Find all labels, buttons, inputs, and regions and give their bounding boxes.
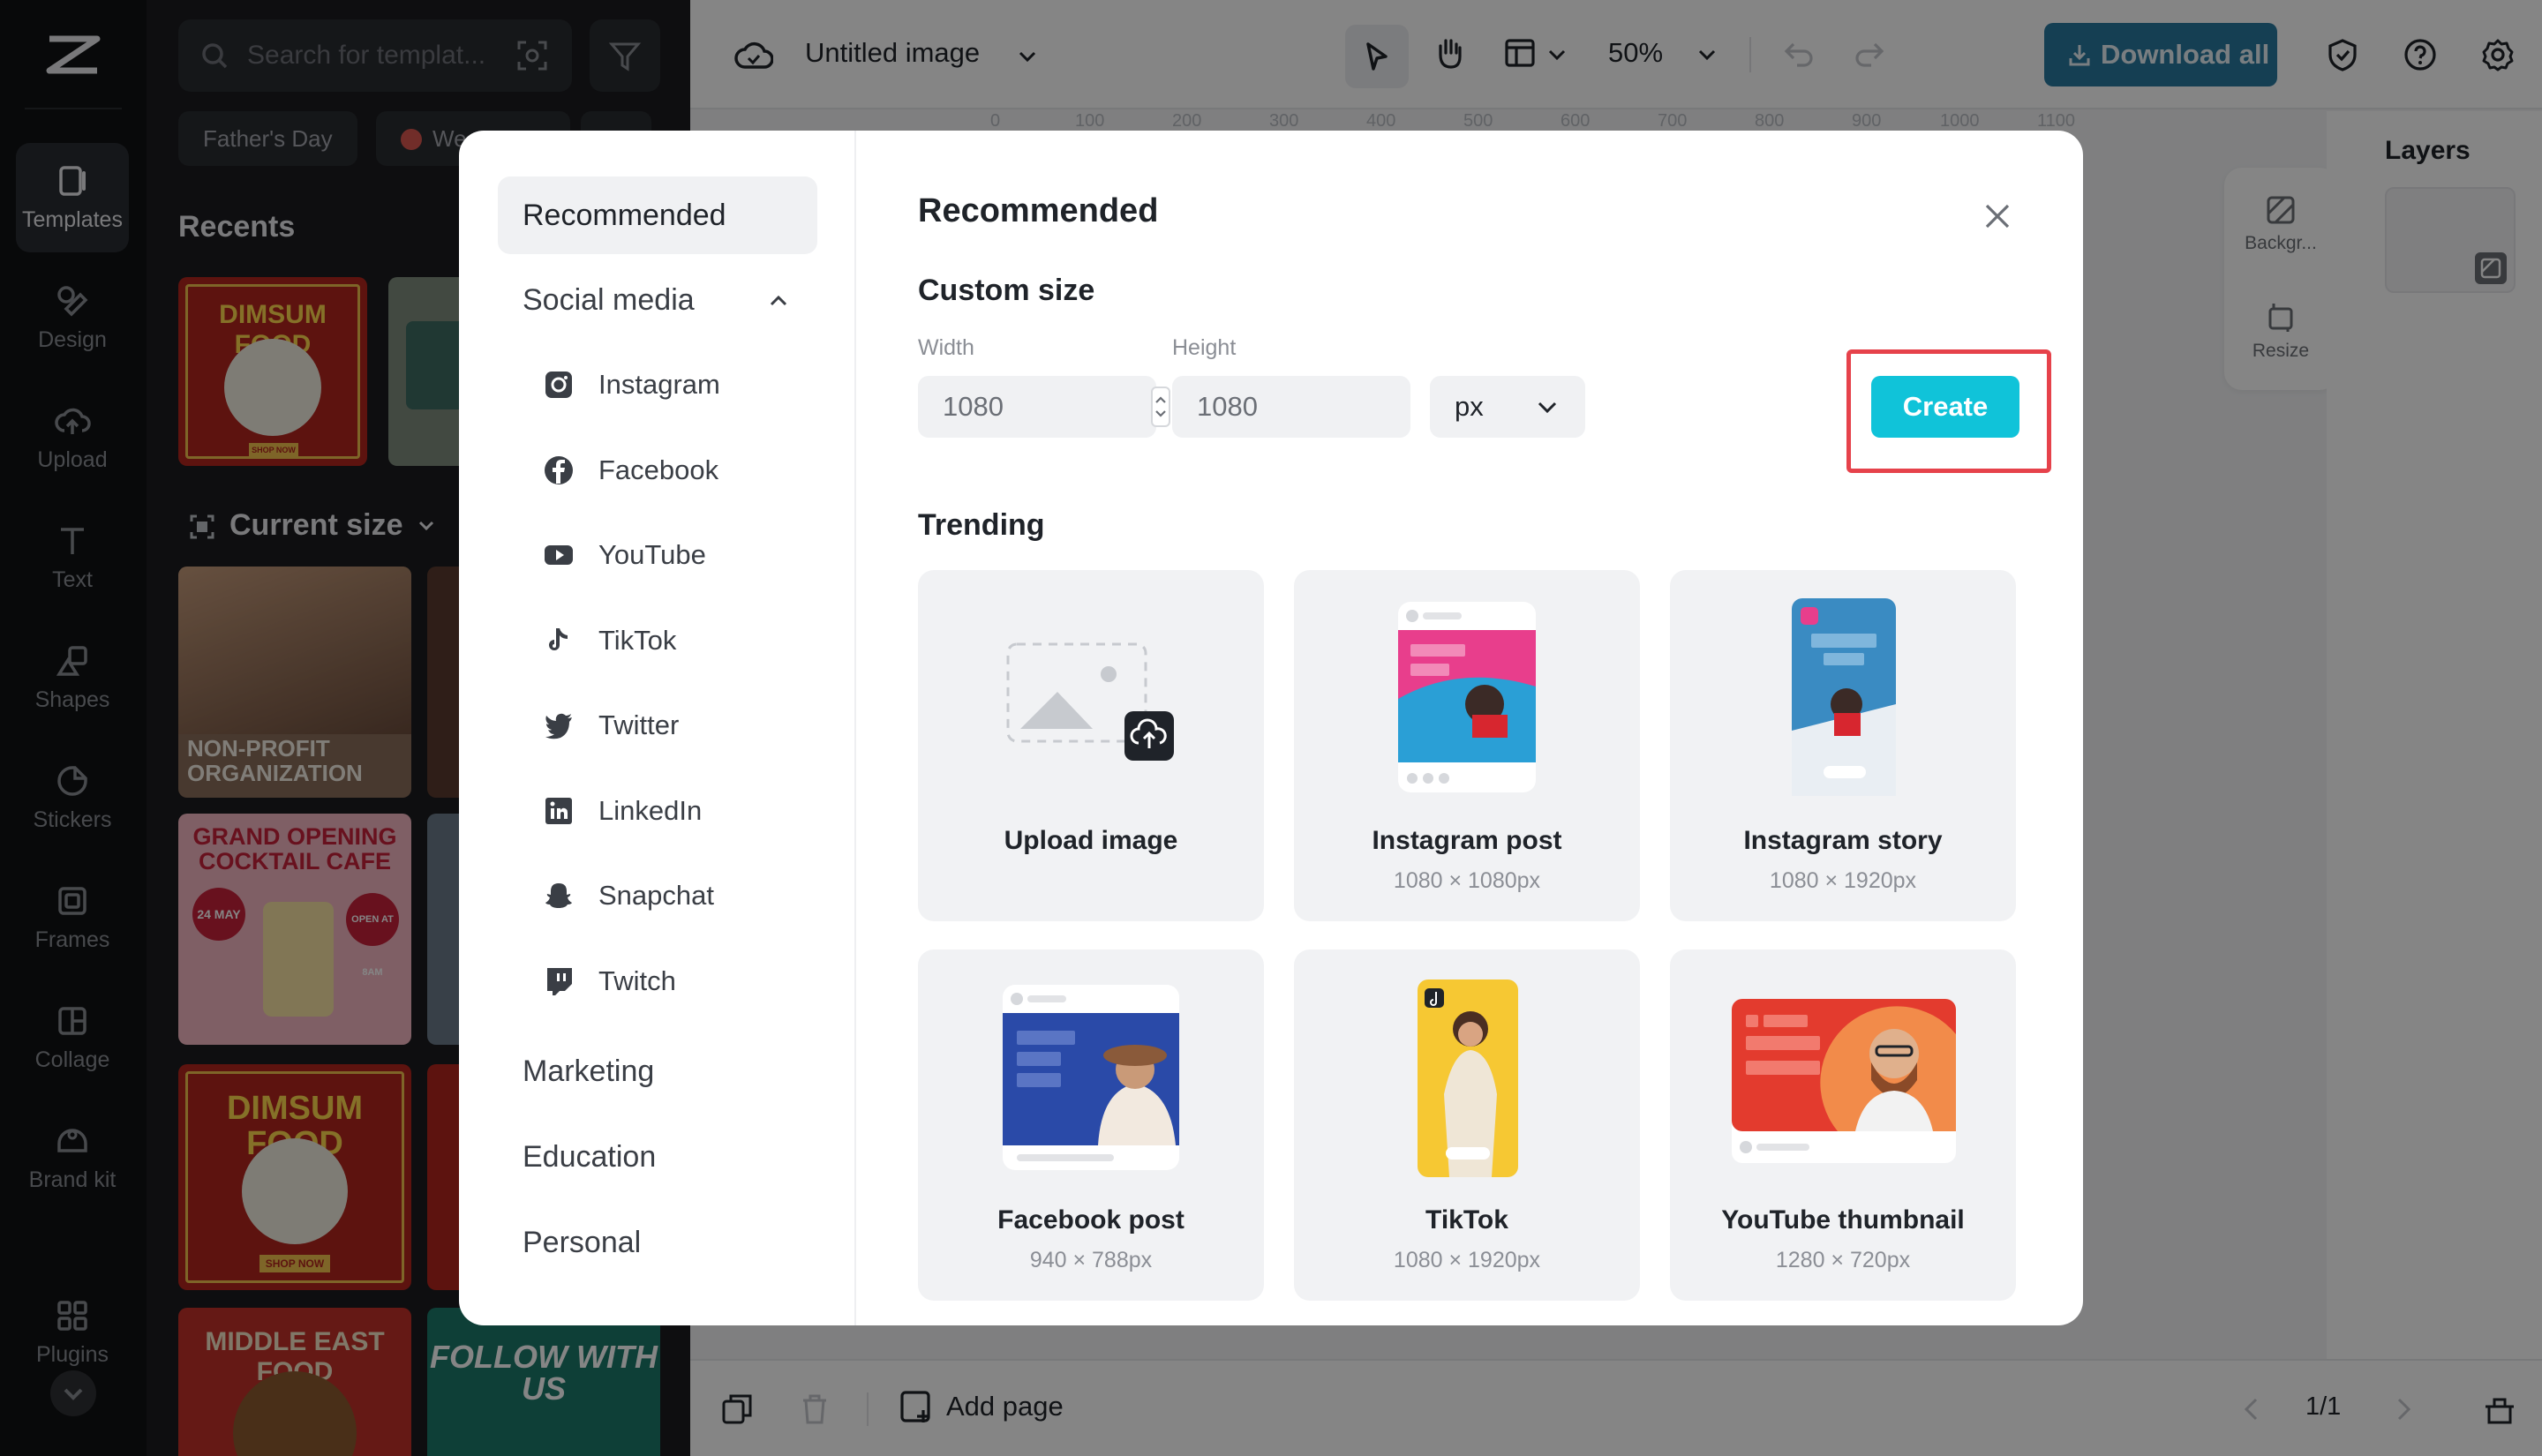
youtube-thumbnail-illustration-icon: [1732, 999, 1956, 1163]
instagram-post-illustration-icon: [1398, 602, 1536, 792]
card-tiktok[interactable]: TikTok 1080 × 1920px: [1294, 949, 1640, 1301]
nav-facebook-label: Facebook: [598, 454, 718, 485]
facebook-post-illustration-icon: [1003, 985, 1179, 1170]
card-youtube-thumbnail[interactable]: YouTube thumbnail 1280 × 720px: [1670, 949, 2016, 1301]
youtube-icon: [544, 540, 574, 570]
twitter-icon: [544, 710, 574, 740]
card-size: 1080 × 1080px: [1294, 868, 1640, 894]
facebook-icon: [544, 455, 574, 485]
nav-instagram-label: Instagram: [598, 369, 720, 400]
card-name: Instagram story: [1670, 826, 2016, 856]
card-facebook-post[interactable]: Facebook post 940 × 788px: [918, 949, 1264, 1301]
tiktok-illustration-icon: [1418, 979, 1518, 1177]
nav-recommended[interactable]: Recommended: [498, 176, 817, 254]
linkedin-icon: [544, 796, 574, 826]
nav-tiktok[interactable]: TikTok: [544, 614, 676, 667]
new-design-dialog: Recommended Social media Instagram Faceb…: [459, 131, 2083, 1325]
trending-heading: Trending: [918, 508, 1045, 543]
nav-youtube-label: YouTube: [598, 539, 706, 570]
nav-personal[interactable]: Personal: [498, 1204, 817, 1281]
chevron-up-icon: [768, 291, 789, 309]
chevron-down-icon: [1536, 399, 1559, 417]
nav-instagram[interactable]: Instagram: [544, 358, 720, 411]
nav-education[interactable]: Education: [498, 1118, 817, 1196]
dialog-title: Recommended: [918, 192, 1158, 230]
card-upload-image[interactable]: Upload image: [918, 570, 1264, 921]
instagram-icon: [544, 370, 574, 400]
width-label: Width: [918, 335, 974, 361]
tiktok-icon: [544, 626, 574, 656]
create-button[interactable]: Create: [1871, 376, 2019, 438]
nav-linkedin[interactable]: LinkedIn: [544, 784, 702, 837]
upload-image-illustration-icon: [1004, 641, 1177, 773]
height-label: Height: [1172, 335, 1236, 361]
card-name: YouTube thumbnail: [1670, 1205, 2016, 1235]
card-name: Facebook post: [918, 1205, 1264, 1235]
nav-tiktok-label: TikTok: [598, 625, 676, 656]
card-name: Instagram post: [1294, 826, 1640, 856]
card-instagram-story[interactable]: Instagram story 1080 × 1920px: [1670, 570, 2016, 921]
height-input[interactable]: 1080: [1172, 376, 1410, 438]
nav-twitter[interactable]: Twitter: [544, 699, 679, 752]
dialog-sidebar: Recommended Social media Instagram Faceb…: [459, 131, 856, 1325]
nav-twitch-label: Twitch: [598, 965, 676, 996]
nav-youtube[interactable]: YouTube: [544, 529, 706, 582]
nav-snapchat-label: Snapchat: [598, 880, 714, 911]
nav-marketing[interactable]: Marketing: [498, 1032, 817, 1110]
twitch-icon: [544, 966, 574, 996]
close-icon[interactable]: [1982, 201, 2012, 231]
nav-facebook[interactable]: Facebook: [544, 444, 718, 497]
custom-size-heading: Custom size: [918, 274, 1094, 308]
nav-twitch[interactable]: Twitch: [544, 955, 676, 1008]
card-size: 1280 × 720px: [1670, 1248, 2016, 1273]
card-size: 1080 × 1920px: [1294, 1248, 1640, 1273]
card-name: Upload image: [918, 826, 1264, 856]
unit-select[interactable]: px: [1430, 376, 1585, 438]
card-instagram-post[interactable]: Instagram post 1080 × 1080px: [1294, 570, 1640, 921]
nav-snapchat[interactable]: Snapchat: [544, 869, 714, 922]
width-input[interactable]: 1080: [918, 376, 1156, 438]
lock-ratio-icon: [1153, 388, 1169, 425]
card-name: TikTok: [1294, 1205, 1640, 1235]
snapchat-icon: [544, 881, 574, 911]
nav-social-media-label: Social media: [523, 283, 695, 317]
card-size: 940 × 788px: [918, 1248, 1264, 1273]
lock-ratio-toggle[interactable]: [1151, 387, 1170, 427]
instagram-story-illustration-icon: [1792, 598, 1896, 796]
card-size: 1080 × 1920px: [1670, 868, 2016, 894]
nav-social-media[interactable]: Social media: [498, 261, 817, 339]
nav-linkedin-label: LinkedIn: [598, 795, 702, 826]
unit-value: px: [1455, 391, 1484, 422]
nav-twitter-label: Twitter: [598, 709, 679, 740]
